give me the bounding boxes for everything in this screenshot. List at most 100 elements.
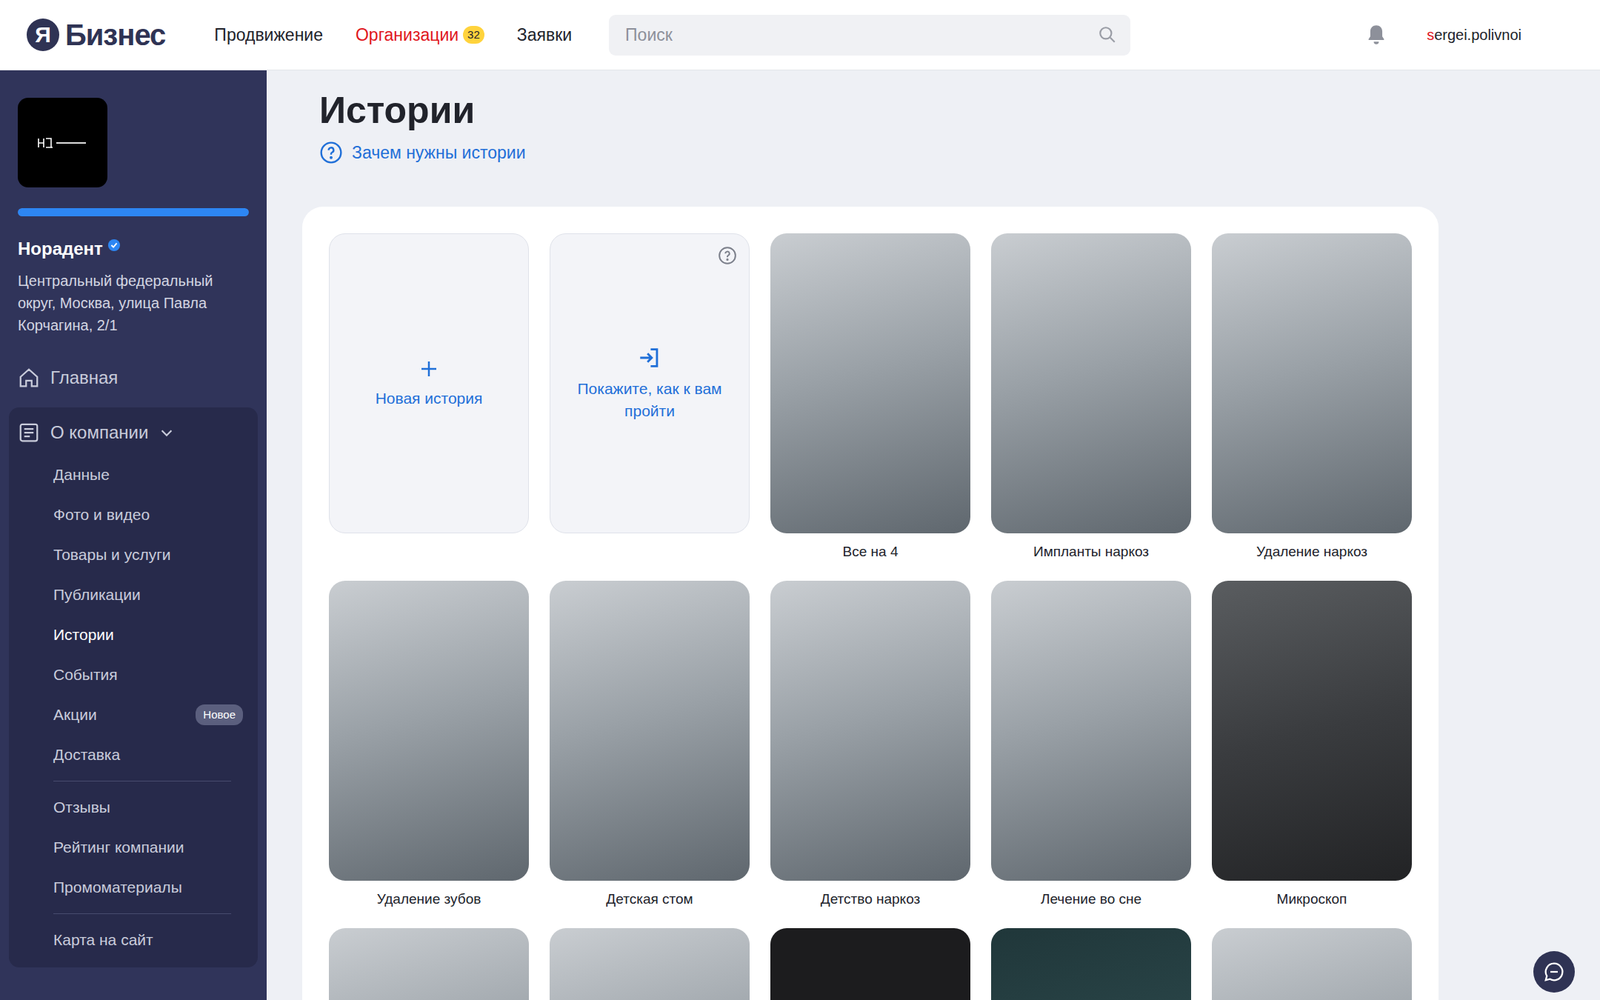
sidebar-item[interactable]: Данные [8, 454, 258, 495]
company-logo-icon [37, 135, 89, 151]
sidebar-item-label: Публикации [53, 582, 141, 607]
sidebar-item[interactable]: События [8, 654, 258, 695]
action-cell: Покажите, как к вам пройти [549, 233, 750, 562]
sidebar-item[interactable]: Товары и услуги [8, 534, 258, 575]
sidebar-item[interactable]: АкцииНовое [8, 694, 258, 735]
story-cover[interactable] [770, 928, 971, 1000]
story-item[interactable]: Микроскоп [1211, 580, 1412, 909]
story-item[interactable]: Лечение во сне [991, 580, 1192, 909]
sidebar-item[interactable]: Отзывы [8, 787, 258, 828]
story-cover[interactable] [1211, 580, 1412, 881]
sidebar-item[interactable]: Публикации [8, 574, 258, 615]
sidebar-item-label: Промоматериалы [53, 875, 183, 900]
sidebar-group-header[interactable]: О компании [8, 410, 258, 455]
sidebar-item[interactable]: Доставка [8, 734, 258, 775]
action-label: Новая история [375, 387, 483, 410]
story-cover[interactable] [991, 233, 1192, 534]
search-icon [1097, 25, 1118, 45]
story-item[interactable]: Удаление наркоз [1211, 233, 1412, 562]
story-item[interactable]: Детская стом [549, 580, 750, 909]
body-area: Норадент Центральный федеральный округ, М… [0, 70, 1600, 1000]
sidebar-item-label: Товары и услуги [53, 542, 172, 567]
story-cover[interactable] [549, 580, 750, 881]
sidebar-divider [53, 913, 232, 915]
sidebar-item-label: Фото и видео [53, 502, 150, 527]
home-icon [17, 366, 40, 389]
sidebar-group: О компании Данные Фото и видео Товары и усл… [8, 407, 258, 968]
story-cover[interactable] [991, 928, 1192, 1000]
story-cover[interactable] [328, 580, 529, 881]
sidebar-item-label: Главная [50, 364, 118, 392]
story-caption: Детство наркоз [770, 889, 971, 909]
bell-icon[interactable] [1365, 23, 1387, 46]
action-label: Покажите, как к вам пройти [565, 377, 735, 423]
story-item[interactable] [328, 928, 529, 1000]
new-badge: Новое [195, 704, 243, 726]
sidebar-item[interactable]: Истории [8, 614, 258, 655]
brand-logo[interactable]: ЯБизнес [26, 12, 166, 58]
story-cover[interactable] [328, 928, 529, 1000]
profile-progress [17, 208, 249, 217]
top-bar: ЯБизнес Продвижение Организации32 Заявки ser… [0, 0, 1600, 71]
route-story-card[interactable]: Покажите, как к вам пройти [549, 233, 750, 534]
verified-icon [107, 238, 121, 252]
top-nav-item[interactable]: Организации32 [355, 22, 485, 49]
story-caption: Все на 4 [770, 542, 971, 562]
sidebar-item-label: Карта на сайт [53, 928, 154, 952]
help-link[interactable]: Зачем нужны истории [319, 140, 526, 166]
top-nav-label: Заявки [517, 25, 572, 45]
company-logo[interactable] [17, 97, 108, 188]
stories-panel: Новая история Покажите, как к вам пройти В… [302, 206, 1439, 1000]
sidebar-item[interactable]: Главная [8, 355, 258, 400]
story-caption: Лечение во сне [991, 889, 1192, 909]
search-box [608, 14, 1131, 56]
plus-icon [417, 357, 440, 380]
story-item[interactable] [770, 928, 971, 1000]
story-cover[interactable] [1211, 928, 1412, 1000]
question-icon [319, 140, 343, 165]
story-item[interactable]: Удаление зубов [328, 580, 529, 909]
brand-mark: Я [26, 18, 60, 52]
top-nav-item[interactable]: Заявки [517, 22, 572, 49]
sidebar: Норадент Центральный федеральный округ, М… [0, 70, 267, 1000]
user-login[interactable]: sergei.polivnoi [1426, 23, 1522, 46]
sidebar-group-label: О компании [50, 419, 149, 446]
sidebar-item[interactable]: Промоматериалы [8, 867, 258, 908]
app: ЯБизнес Продвижение Организации32 Заявки ser… [0, 0, 1600, 1000]
action-cell: Новая история [328, 233, 529, 562]
top-nav-label: Организации [355, 25, 459, 45]
document-icon [17, 421, 40, 444]
company-name-row: Норадент [17, 235, 249, 263]
story-caption: Детская стом [549, 889, 750, 909]
story-cover[interactable] [549, 928, 750, 1000]
story-cover[interactable] [770, 580, 971, 881]
sidebar-menu: Главная О компании Данные Фото и видео Товар… [8, 355, 258, 968]
company-address: Центральный федеральный округ, Москва, у… [17, 269, 249, 337]
main-content: ИсторииЗачем нужны историиНовая историяП… [266, 70, 1600, 1000]
story-item[interactable]: Детство наркоз [770, 580, 971, 909]
brand-name: Бизнес [65, 12, 166, 58]
story-item[interactable] [549, 928, 750, 1000]
stories-grid: Новая история Покажите, как к вам пройти В… [328, 233, 1412, 1000]
sidebar-item[interactable]: Фото и видео [8, 494, 258, 535]
company-name: Норадент [17, 235, 103, 263]
sidebar-item[interactable]: Карта на сайт [8, 920, 258, 960]
top-nav-item[interactable]: Продвижение [214, 22, 323, 49]
sidebar-item[interactable]: Рейтинг компании [8, 827, 258, 868]
story-item[interactable]: Все на 4 [770, 233, 971, 562]
story-item[interactable] [991, 928, 1192, 1000]
new-story-card[interactable]: Новая история [328, 233, 529, 534]
profile-progress-fill [17, 208, 249, 217]
sidebar-divider [53, 780, 232, 782]
search-input[interactable] [608, 14, 1131, 56]
story-item[interactable] [1211, 928, 1412, 1000]
story-cover[interactable] [1211, 233, 1412, 534]
story-cover[interactable] [770, 233, 971, 534]
login-first-letter: s [1426, 26, 1435, 43]
sidebar-item-label: Отзывы [53, 795, 111, 820]
story-cover[interactable] [991, 580, 1192, 881]
top-nav-label: Продвижение [214, 25, 323, 45]
chevron-icon [158, 424, 175, 441]
story-item[interactable]: Импланты наркоз [991, 233, 1192, 562]
chat-button[interactable] [1533, 951, 1575, 993]
